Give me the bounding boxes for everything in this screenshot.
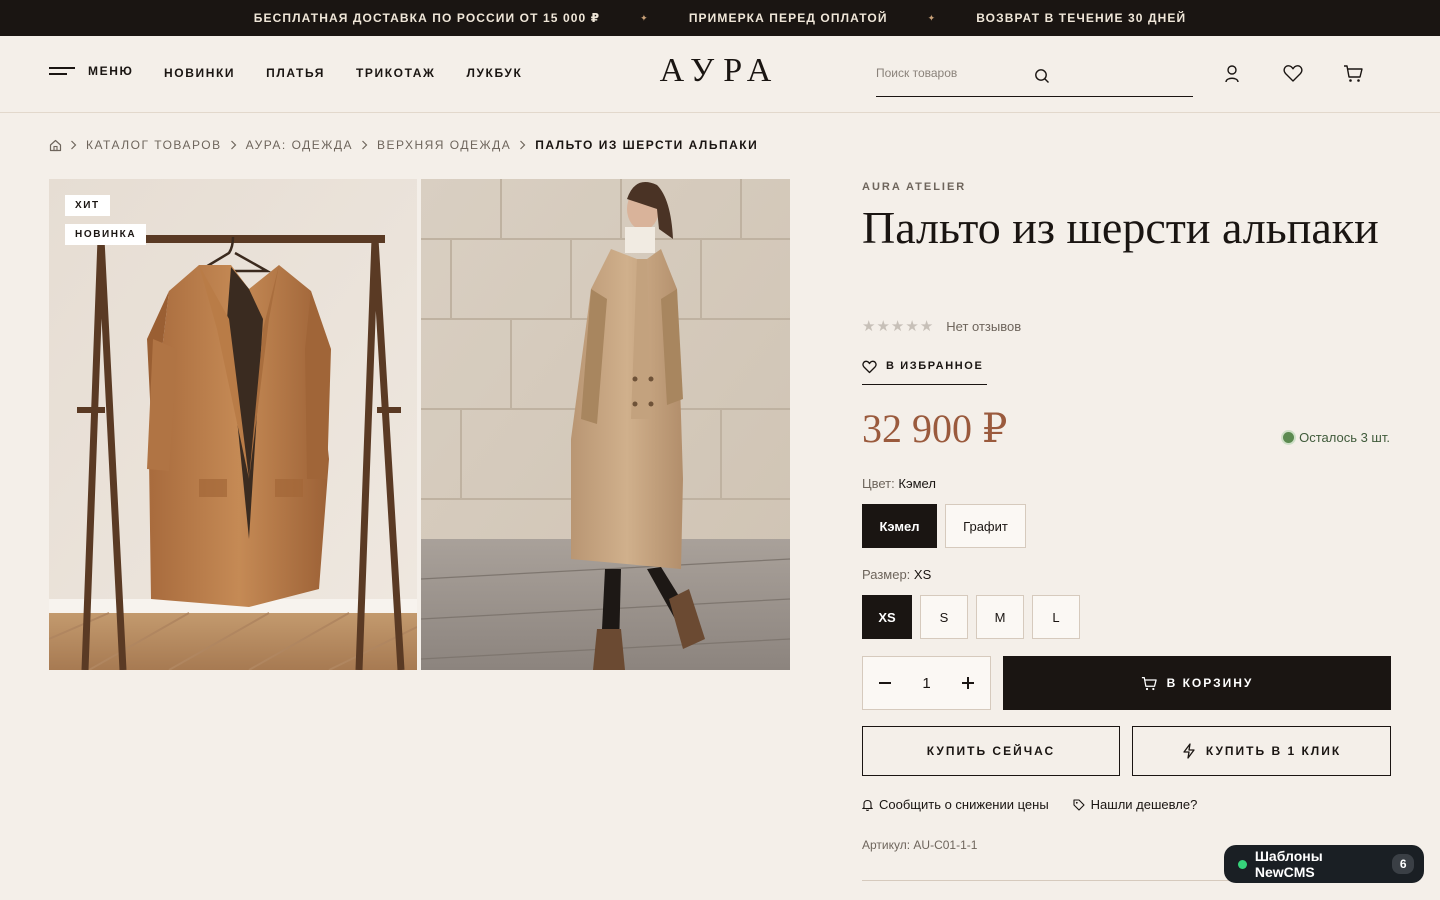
color-selected: Кэмел (898, 476, 936, 491)
star-icon: ★ (862, 318, 877, 335)
site-header: МЕНЮ НОВИНКИ ПЛАТЬЯ ТРИКОТАЖ ЛУКБУК АУРА (0, 36, 1440, 113)
size-selected: XS (913, 567, 932, 582)
color-option-graphite[interactable]: Графит (945, 504, 1026, 548)
price-alert-link[interactable]: Сообщить о снижении цены (862, 797, 1049, 812)
cart-icon (1141, 676, 1157, 690)
home-icon[interactable] (49, 139, 62, 152)
chevron-right-icon (70, 138, 78, 152)
nav-item-lookbook[interactable]: ЛУКБУК (466, 66, 522, 80)
rating: ★★★★★ Нет отзывов (862, 317, 1021, 335)
reviews-text[interactable]: Нет отзывов (946, 319, 1021, 334)
product-sku: Артикул: AU-C01-1-1 (862, 838, 978, 852)
breadcrumb-item[interactable]: КАТАЛОГ ТОВАРОВ (86, 138, 222, 152)
quantity-value[interactable]: 1 (922, 675, 930, 692)
separator-star: ✦ (640, 12, 649, 23)
cart-icon[interactable] (1343, 64, 1363, 83)
hamburger-icon (49, 65, 75, 77)
add-to-favorites-button[interactable]: В ИЗБРАННОЕ (862, 360, 988, 385)
product-title: Пальто из шерсти альпаки (862, 202, 1379, 253)
product-price: 32 900 ₽ (862, 406, 1008, 451)
breadcrumb-item[interactable]: ВЕРХНЯЯ ОДЕЖДА (377, 138, 511, 152)
main-nav: НОВИНКИ ПЛАТЬЯ ТРИКОТАЖ ЛУКБУК (164, 66, 522, 80)
price-alert-label: Сообщить о снижении цены (879, 797, 1049, 812)
user-icon[interactable] (1223, 64, 1241, 84)
separator-star: ✦ (927, 12, 937, 23)
star-icon: ★ (919, 318, 935, 335)
newcms-templates-widget[interactable]: Шаблоны NewCMS 6 (1224, 845, 1424, 883)
color-option-camel[interactable]: Кэмел (862, 504, 937, 548)
favorites-label: В ИЗБРАННОЕ (886, 360, 984, 372)
search-box (876, 60, 1193, 97)
search-input[interactable] (876, 66, 1136, 80)
nav-item-dresses[interactable]: ПЛАТЬЯ (266, 66, 325, 80)
nav-item-new[interactable]: НОВИНКИ (164, 66, 235, 80)
badge-new: НОВИНКА (65, 224, 147, 245)
breadcrumb: КАТАЛОГ ТОВАРОВ АУРА: ОДЕЖДА ВЕРХНЯЯ ОДЕ… (49, 138, 758, 152)
heart-icon[interactable] (1283, 64, 1303, 83)
minus-icon[interactable] (877, 675, 893, 691)
star-icon: ★ (905, 318, 920, 335)
one-click-buy-button[interactable]: КУПИТЬ В 1 КЛИК (1132, 726, 1391, 776)
nav-item-knitwear[interactable]: ТРИКОТАЖ (356, 66, 436, 80)
product-photo-model[interactable] (421, 179, 790, 670)
found-cheaper-label: Нашли дешевле? (1090, 797, 1198, 812)
size-option-xs[interactable]: XS (862, 595, 912, 639)
online-dot-icon (1238, 859, 1247, 869)
found-cheaper-link[interactable]: Нашли дешевле? (1073, 797, 1198, 812)
stock-dot-icon (1283, 432, 1295, 443)
product-brand[interactable]: AURA ATELIER (862, 181, 966, 193)
buy-now-label: КУПИТЬ СЕЙЧАС (926, 744, 1056, 758)
announcement-item: БЕСПЛАТНАЯ ДОСТАВКА ПО РОССИИ ОТ 15 000 … (253, 11, 601, 25)
size-option-m[interactable]: M (976, 595, 1024, 639)
widget-label: Шаблоны NewCMS (1254, 848, 1323, 880)
star-icon: ★ (890, 318, 906, 335)
size-label: Размер: XS (862, 567, 932, 582)
announcement-item: ВОЗВРАТ В ТЕЧЕНИЕ 30 ДНЕЙ (976, 11, 1187, 25)
product-links: Сообщить о снижении цены Нашли дешевле? (862, 797, 1197, 812)
widget-count-badge: 6 (1392, 854, 1414, 874)
model-wearing-coat-image (421, 179, 790, 670)
plus-icon[interactable] (960, 675, 976, 691)
buy-now-button[interactable]: КУПИТЬ СЕЙЧАС (862, 726, 1120, 776)
tag-icon (1073, 798, 1085, 811)
size-option-s[interactable]: S (920, 595, 968, 639)
quantity-stepper: 1 (862, 656, 991, 710)
announcement-item: ПРИМЕРКА ПЕРЕД ОПЛАТОЙ (688, 11, 888, 25)
chevron-right-icon (519, 138, 527, 152)
lightning-icon (1183, 743, 1195, 759)
stock-text: Осталось 3 шт. (1299, 430, 1390, 445)
announcement-bar: БЕСПЛАТНАЯ ДОСТАВКА ПО РОССИИ ОТ 15 000 … (0, 0, 1440, 36)
rating-stars: ★★★★★ (862, 317, 934, 335)
chevron-right-icon (230, 138, 238, 152)
breadcrumb-item[interactable]: АУРА: ОДЕЖДА (246, 138, 353, 152)
add-to-cart-label: В КОРЗИНУ (1166, 676, 1254, 690)
menu-label: МЕНЮ (88, 64, 134, 78)
heart-icon (862, 360, 877, 374)
breadcrumb-current: ПАЛЬТО ИЗ ШЕРСТИ АЛЬПАКИ (535, 138, 759, 152)
add-to-cart-button[interactable]: В КОРЗИНУ (1003, 656, 1391, 710)
logo[interactable]: АУРА (620, 52, 820, 90)
bell-icon (862, 799, 873, 811)
menu-button[interactable]: МЕНЮ (49, 64, 133, 78)
chevron-right-icon (361, 138, 369, 152)
size-option-l[interactable]: L (1032, 595, 1080, 639)
stock-status: Осталось 3 шт. (1283, 430, 1390, 445)
product-photo-rack[interactable]: ХИТ НОВИНКА (49, 179, 417, 670)
search-icon[interactable] (1034, 68, 1050, 84)
color-label: Цвет: Кэмел (862, 476, 936, 491)
one-click-label: КУПИТЬ В 1 КЛИК (1205, 744, 1342, 758)
coat-on-rack-image (49, 179, 417, 670)
star-icon: ★ (876, 318, 891, 335)
badge-hit: ХИТ (65, 195, 110, 216)
